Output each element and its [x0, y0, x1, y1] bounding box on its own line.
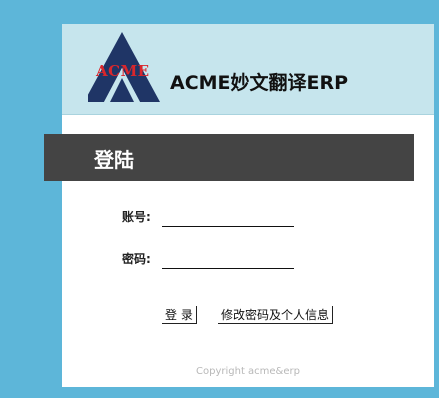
- password-label: 密码:: [122, 252, 151, 266]
- app-title: ACME妙文翻译ERP: [170, 72, 349, 94]
- login-button[interactable]: 登 录: [162, 306, 197, 324]
- header: ACME ACME妙文翻译ERP: [62, 24, 434, 115]
- banner-title: 登陆: [94, 148, 134, 172]
- login-banner: 登陆: [44, 134, 414, 181]
- login-card: ACME ACME妙文翻译ERP Copyright acme&erp: [62, 24, 434, 387]
- account-input[interactable]: [162, 210, 294, 227]
- modify-password-button[interactable]: 修改密码及个人信息: [218, 306, 334, 324]
- copyright: Copyright acme&erp: [196, 366, 300, 377]
- logo-text: ACME: [96, 62, 150, 80]
- password-input[interactable]: [162, 252, 294, 269]
- account-label: 账号:: [122, 210, 151, 224]
